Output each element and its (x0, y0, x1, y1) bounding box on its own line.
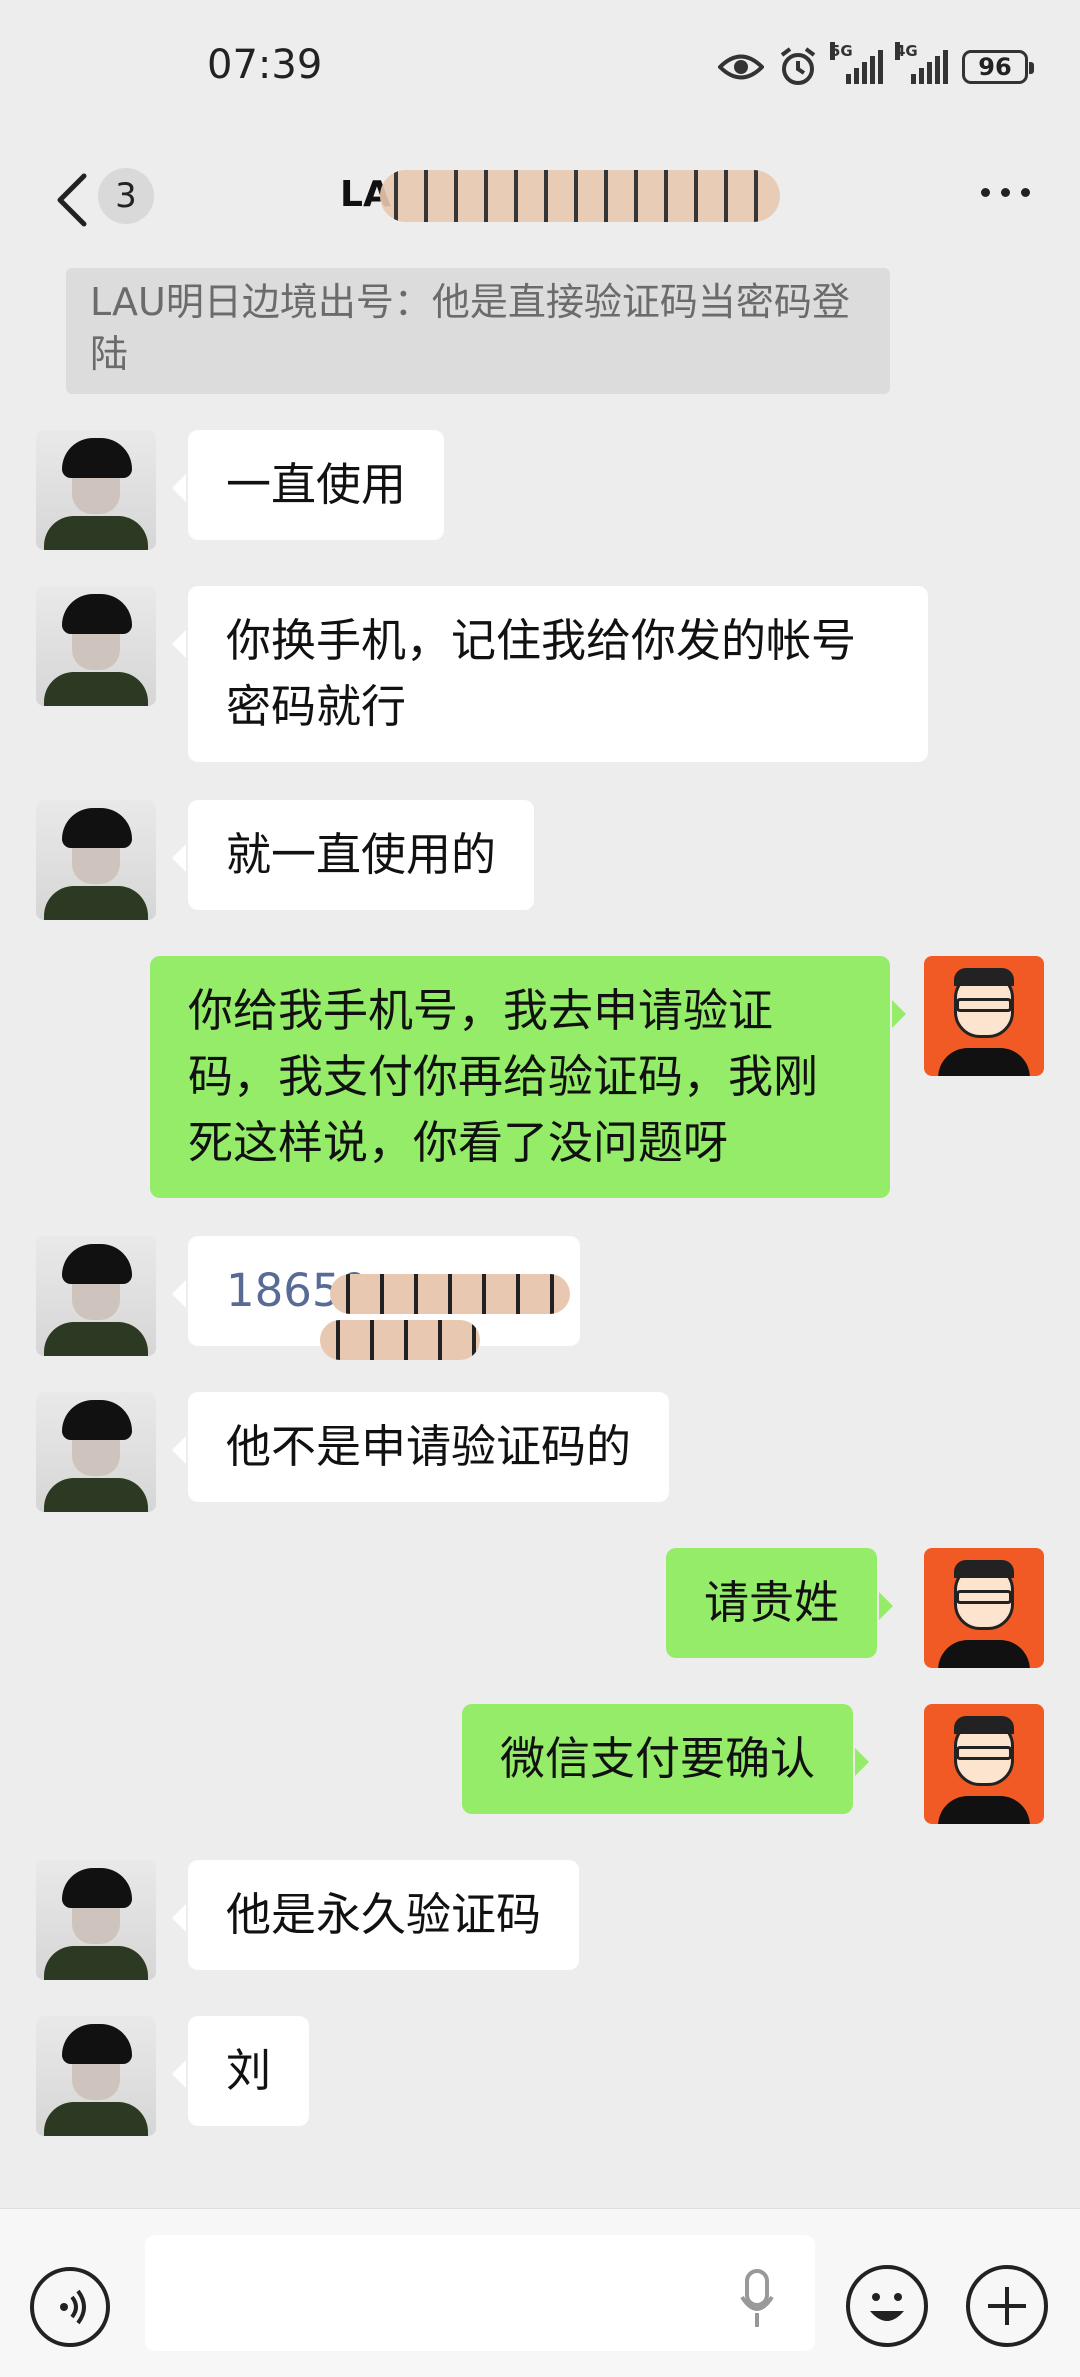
contact-avatar[interactable] (36, 2016, 156, 2136)
message-bubble-incoming[interactable]: 他是永久验证码 (171, 1860, 580, 1970)
voice-icon[interactable] (30, 2267, 110, 2347)
message-input[interactable] (145, 2235, 815, 2351)
message-bubble-outgoing[interactable]: 微信支付要确认 (462, 1704, 870, 1814)
message-bubble-incoming[interactable]: 就一直使用的 (171, 800, 535, 910)
chevron-left-icon[interactable] (46, 170, 106, 230)
battery-level: 96 (978, 53, 1012, 81)
my-avatar[interactable] (924, 1548, 1044, 1668)
message-bubble-incoming[interactable]: 一直使用 (171, 430, 445, 540)
contact-avatar[interactable] (36, 1236, 156, 1356)
status-bar: 07:39 5G 4G 96 (0, 0, 1080, 140)
phone-redaction-mask (330, 1274, 570, 1314)
contact-avatar[interactable] (36, 1392, 156, 1512)
message-bubble-incoming[interactable]: 他不是申请验证码的 (171, 1392, 670, 1502)
battery-icon: 96 (962, 50, 1034, 84)
signal-5g-icon: 5G (830, 42, 883, 84)
contact-avatar[interactable] (36, 1860, 156, 1980)
message-bubble-incoming[interactable]: 刘 (171, 2016, 310, 2126)
quoted-message[interactable]: LAU明日边境出号：他是直接验证码当密码登陆 (66, 268, 890, 394)
unread-count-badge[interactable]: 3 (98, 168, 154, 224)
emoji-icon[interactable] (846, 2265, 928, 2347)
contact-avatar[interactable] (36, 586, 156, 706)
eye-icon (718, 54, 764, 80)
status-icons: 5G 4G 96 (718, 42, 1034, 90)
alarm-icon (780, 47, 816, 85)
message-bubble-incoming[interactable]: 你换手机，记住我给你发的帐号密码就行 (172, 586, 928, 762)
plus-icon[interactable] (966, 2265, 1048, 2347)
my-avatar[interactable] (924, 956, 1044, 1076)
mic-icon[interactable] (740, 2269, 774, 2329)
input-bar (0, 2208, 1080, 2377)
signal-4g-icon: 4G (895, 42, 948, 84)
my-avatar[interactable] (924, 1704, 1044, 1824)
title-redaction-mask (380, 170, 780, 222)
contact-avatar[interactable] (36, 800, 156, 920)
chat-header: 3 LA (0, 140, 1080, 270)
status-time: 07:39 (207, 42, 323, 88)
message-bubble-outgoing[interactable]: 你给我手机号，我去申请验证码，我支付你再给验证码，我刚死这样说，你看了没问题呀 (150, 956, 906, 1198)
ellipsis-icon[interactable] (981, 188, 1030, 197)
phone-redaction-mask (320, 1320, 480, 1360)
message-bubble-outgoing[interactable]: 请贵姓 (666, 1548, 894, 1658)
contact-avatar[interactable] (36, 430, 156, 550)
